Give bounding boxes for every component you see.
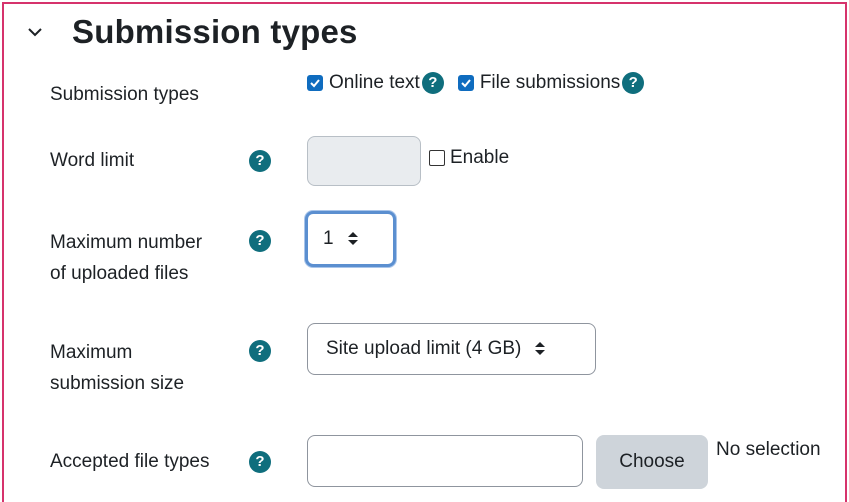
word-limit-help-icon[interactable]: ?: [249, 150, 271, 172]
max-files-select[interactable]: 1: [305, 211, 396, 267]
max-size-label-line2: submission size: [50, 373, 185, 394]
enable-label[interactable]: Enable: [450, 147, 509, 169]
choose-button[interactable]: Choose: [596, 435, 708, 489]
file-types-help-icon[interactable]: ?: [249, 451, 271, 473]
enable-checkbox[interactable]: [429, 150, 445, 166]
file-submissions-help-icon[interactable]: ?: [622, 72, 645, 94]
word-limit-input: [307, 136, 421, 186]
max-files-value: 1: [323, 228, 334, 249]
chevron-down-icon[interactable]: [26, 23, 44, 41]
section-header[interactable]: Submission types: [26, 8, 358, 56]
max-files-label-line2: of uploaded files: [50, 263, 189, 284]
max-files-label-line1: Maximum number: [50, 232, 203, 253]
checkmark-icon: [461, 79, 471, 88]
file-types-status: No selection: [716, 439, 821, 460]
updown-arrows-icon: [535, 342, 546, 356]
file-types-label: Accepted file types: [50, 451, 210, 472]
word-limit-label: Word limit: [50, 150, 135, 171]
submission-types-label: Submission types: [50, 84, 199, 105]
max-size-label-line1: Maximum: [50, 342, 133, 363]
file-types-input[interactable]: [307, 435, 583, 487]
file-submissions-label[interactable]: File submissions: [480, 72, 620, 94]
word-limit-enable[interactable]: Enable: [429, 147, 509, 169]
max-size-value: Site upload limit (4 GB): [326, 338, 522, 359]
online-text-checkbox[interactable]: [307, 75, 323, 91]
checkmark-icon: [310, 79, 320, 88]
max-size-help-icon[interactable]: ?: [249, 340, 271, 362]
section-title: Submission types: [72, 13, 358, 50]
file-submissions-checkbox[interactable]: [457, 75, 474, 91]
online-text-help-icon[interactable]: ?: [421, 72, 444, 94]
online-text-label[interactable]: Online text: [329, 72, 420, 94]
max-files-help-icon[interactable]: ?: [249, 230, 271, 252]
max-size-select[interactable]: Site upload limit (4 GB): [307, 323, 596, 375]
submission-types-options: Online text ? File submissions ?: [307, 72, 645, 94]
updown-arrows-icon: [347, 232, 358, 246]
